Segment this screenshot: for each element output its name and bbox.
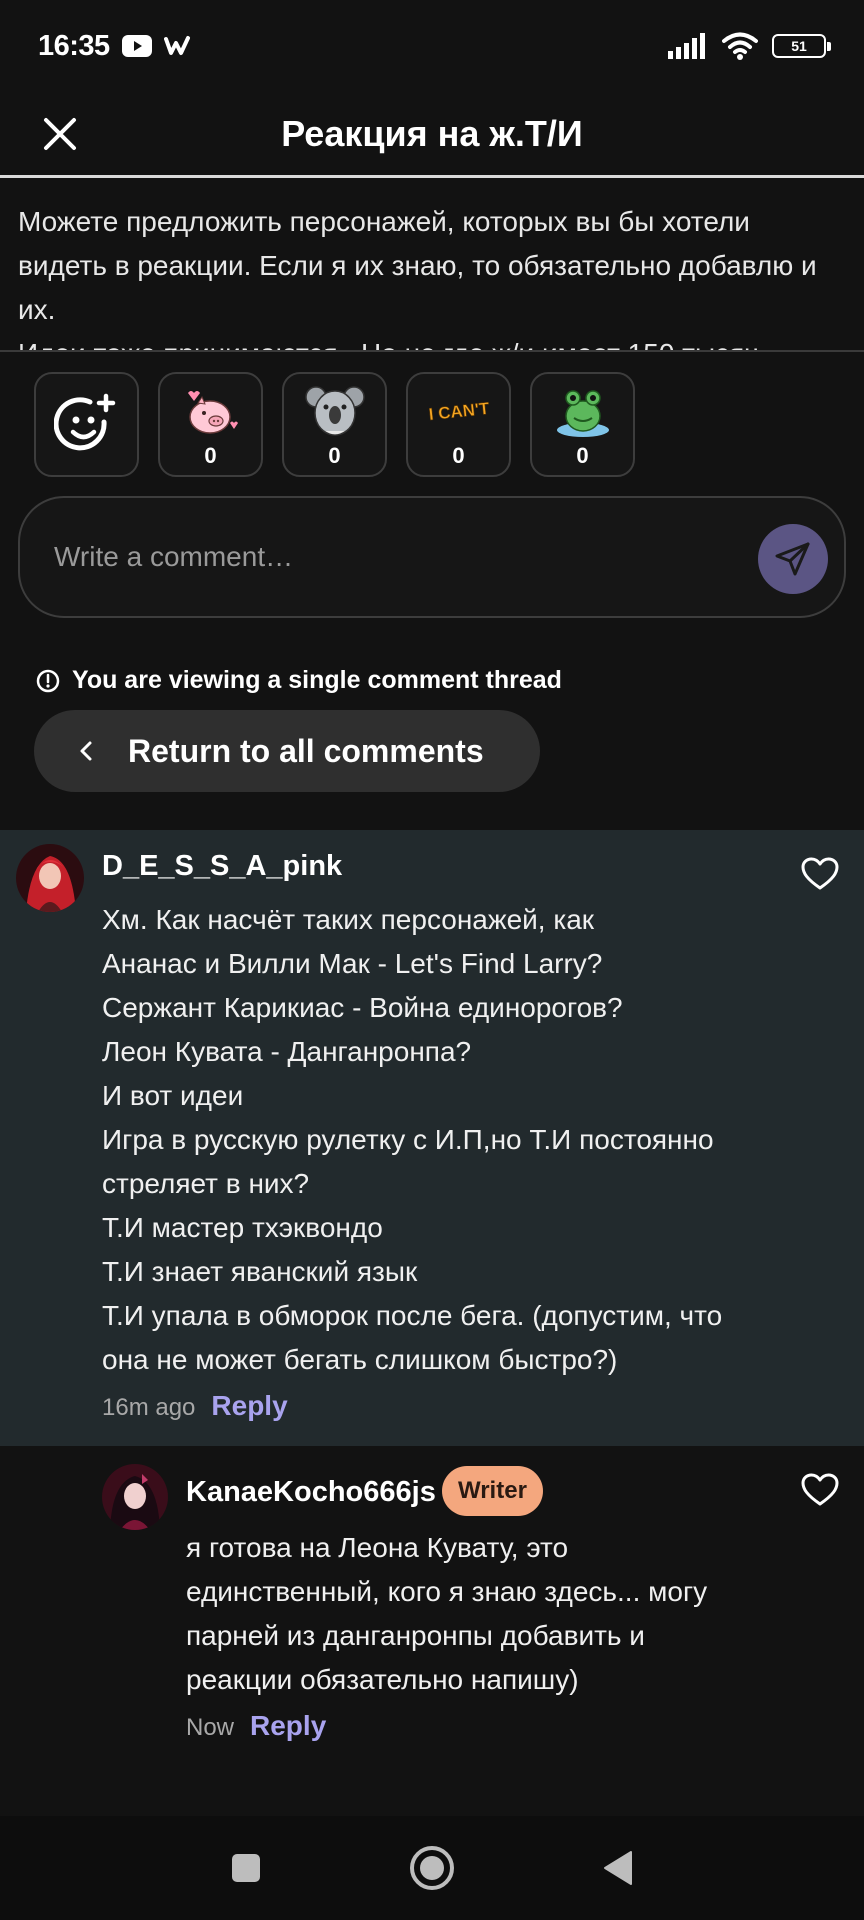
comment-text: Хм. Как насчёт таких персонажей, как Ана… bbox=[102, 898, 722, 1382]
comment-line: парней из данганронпы добавить и bbox=[186, 1620, 645, 1651]
square-icon bbox=[232, 1854, 260, 1882]
reaction-i-cant[interactable]: I CAN'T 0 bbox=[406, 372, 511, 477]
comment-line: Игра в русскую рулетку с И.П,но Т.И пост… bbox=[102, 1124, 714, 1155]
avatar[interactable] bbox=[102, 1464, 168, 1530]
i-cant-sticker-icon: I CAN'T bbox=[424, 381, 494, 441]
comment-line: я готова на Леона Кувату, это bbox=[186, 1532, 569, 1563]
send-button[interactable] bbox=[758, 524, 828, 594]
status-time: 16:35 bbox=[38, 29, 110, 62]
comment-composer bbox=[18, 496, 846, 618]
comment-username[interactable]: D_E_S_S_A_pink bbox=[102, 850, 342, 883]
heart-icon bbox=[801, 857, 839, 890]
back-triangle-icon bbox=[604, 1851, 632, 1885]
description-line: Идеи тоже принимаются...Но не где ж/и им… bbox=[18, 332, 848, 350]
home-circle-icon bbox=[410, 1846, 454, 1890]
home-button[interactable] bbox=[404, 1840, 460, 1896]
reaction-bar: 0 0 I CAN'T 0 0 bbox=[34, 372, 635, 477]
comment-meta: Now Reply bbox=[186, 1710, 326, 1742]
reaction-count: 0 bbox=[204, 442, 217, 468]
reaction-koala[interactable]: 0 bbox=[282, 372, 387, 477]
status-bar: 16:35 51 bbox=[0, 0, 864, 92]
comment-text: я готова на Леона Кувату, это единственн… bbox=[186, 1526, 707, 1702]
description-line: Можете предложить персонажей, которых вы… bbox=[18, 206, 750, 237]
send-icon bbox=[775, 542, 810, 576]
close-button[interactable] bbox=[30, 104, 90, 164]
reply-button[interactable]: Reply bbox=[250, 1710, 326, 1742]
thread-notice: You are viewing a single comment thread bbox=[36, 666, 562, 695]
like-button[interactable] bbox=[798, 852, 842, 896]
svg-text:I CAN'T: I CAN'T bbox=[427, 398, 490, 423]
pig-sticker-icon bbox=[180, 381, 242, 441]
reply-button[interactable]: Reply bbox=[211, 1390, 287, 1422]
wattpad-icon bbox=[163, 35, 192, 57]
writer-badge: Writer bbox=[442, 1466, 543, 1516]
signal-icon bbox=[668, 33, 708, 59]
comment-timestamp: 16m ago bbox=[102, 1394, 196, 1421]
header: Реакция на ж.Т/И bbox=[0, 92, 864, 178]
comment-username[interactable]: KanaeKocho666js bbox=[186, 1476, 436, 1509]
heart-icon bbox=[801, 1473, 839, 1506]
add-reaction-button[interactable] bbox=[34, 372, 139, 477]
close-icon bbox=[44, 118, 76, 150]
description-line: их. bbox=[18, 294, 56, 325]
reaction-pig[interactable]: 0 bbox=[158, 372, 263, 477]
comment-line: И вот идеи bbox=[102, 1080, 244, 1111]
info-icon bbox=[36, 669, 60, 692]
divider bbox=[0, 350, 864, 352]
like-button[interactable] bbox=[798, 1468, 842, 1512]
comment-line: единственный, кого я знаю здесь... могу bbox=[186, 1576, 708, 1607]
reaction-frog[interactable]: 0 bbox=[530, 372, 635, 477]
reaction-count: 0 bbox=[576, 442, 589, 468]
battery-icon: 51 bbox=[772, 34, 831, 58]
comment-line: Т.И упала в обморок после бега. (допусти… bbox=[102, 1300, 723, 1331]
comment-line: стреляет в них? bbox=[102, 1168, 310, 1199]
description-line: видеть в реакции. Если я их знаю, то обя… bbox=[18, 250, 817, 281]
comment-line: Т.И знает яванский язык bbox=[102, 1256, 418, 1287]
thread-notice-text: You are viewing a single comment thread bbox=[72, 666, 562, 694]
comment-line: Ананас и Вилли Мак - Let's Find Larry? bbox=[102, 948, 603, 979]
page-title: Реакция на ж.Т/И bbox=[281, 112, 583, 154]
reaction-count: 0 bbox=[452, 442, 465, 468]
comment-line: она не может бегать слишком быстро?) bbox=[102, 1344, 618, 1375]
comment-line: Сержант Карикиас - Война единорогов? bbox=[102, 992, 623, 1023]
wifi-icon bbox=[722, 32, 758, 60]
comment-input[interactable] bbox=[54, 541, 694, 573]
reaction-count: 0 bbox=[328, 442, 341, 468]
story-description: Можете предложить персонажей, которых вы… bbox=[18, 200, 848, 350]
comment-line: Хм. Как насчёт таких персонажей, как bbox=[102, 904, 595, 935]
youtube-icon bbox=[121, 35, 152, 57]
chevron-left-icon bbox=[80, 741, 92, 761]
recents-button[interactable] bbox=[218, 1840, 274, 1896]
comment-meta: 16m ago Reply bbox=[102, 1390, 288, 1422]
frog-sticker-icon bbox=[552, 381, 614, 441]
avatar[interactable] bbox=[16, 844, 84, 912]
highlighted-comment: D_E_S_S_A_pink Хм. Как насчёт таких перс… bbox=[0, 830, 864, 1446]
return-label: Return to all comments bbox=[128, 732, 484, 769]
comment-line: Т.И мастер тхэквондо bbox=[102, 1212, 383, 1243]
comment-line: реакции обязательно напишу) bbox=[186, 1664, 579, 1695]
comment-line: Леон Кувата - Данганронпа? bbox=[102, 1036, 472, 1067]
system-nav-bar bbox=[0, 1816, 864, 1920]
comment-timestamp: Now bbox=[186, 1714, 235, 1741]
return-to-all-comments-button[interactable]: Return to all comments bbox=[34, 710, 540, 792]
koala-sticker-icon bbox=[304, 381, 366, 441]
add-reaction-icon bbox=[53, 393, 115, 450]
back-button[interactable] bbox=[590, 1840, 646, 1896]
